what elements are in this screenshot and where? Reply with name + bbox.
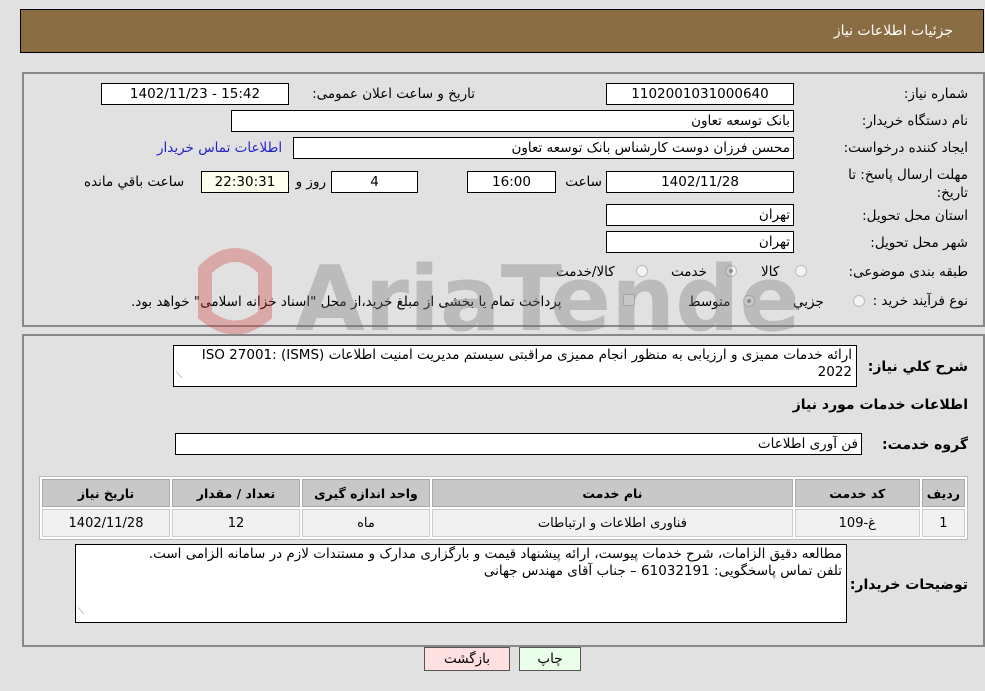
cell-unit: ماه: [302, 509, 430, 537]
days-field: 4: [331, 171, 418, 193]
treasury-note: پرداخت تمام یا بخشی از مبلغ خرید،از محل …: [131, 294, 562, 310]
page-title: جزئیات اطلاعات نیاز: [833, 23, 953, 39]
cell-service-code: غ-109: [794, 509, 920, 537]
back-button[interactable]: بازگشت: [424, 647, 510, 671]
cell-quantity: 12: [172, 509, 300, 537]
process-radio-medium[interactable]: [743, 295, 755, 307]
remaining-label: ساعت باقي مانده: [84, 174, 185, 190]
service-group-field: فن آوری اطلاعات: [175, 433, 862, 455]
announce-datetime-field: 1402/11/23 - 15:42: [101, 83, 289, 105]
treasury-checkbox[interactable]: [623, 294, 635, 306]
city-label: شهر محل تحویل:: [870, 235, 968, 251]
process-label: نوع فرآیند خرید :: [872, 293, 968, 309]
page-header: جزئیات اطلاعات نیاز: [20, 9, 984, 53]
buyer-contact-link[interactable]: اطلاعات تماس خریدار: [157, 140, 282, 156]
service-group-label: گروه خدمت:: [882, 437, 968, 453]
summary-textarea[interactable]: ارائه خدمات ممیزی و ارزیابی به منظور انج…: [173, 345, 857, 387]
col-unit: واحد اندازه گیری: [302, 479, 430, 507]
deadline-label-text: مهلت ارسال پاسخ: تا تاریخ:: [848, 167, 968, 201]
category-radio-service[interactable]: [725, 265, 737, 277]
creator-field: محسن فرزان دوست کارشناس بانک توسعه تعاون: [293, 137, 794, 159]
col-quantity: تعداد / مقدار: [172, 479, 300, 507]
province-field: تهران: [606, 204, 794, 226]
creator-label: ایجاد کننده درخواست:: [843, 140, 968, 156]
resize-grip-icon[interactable]: ⟋: [176, 368, 182, 385]
category-label: طبقه بندی موضوعی:: [848, 264, 968, 280]
buyer-org-label: نام دستگاه خریدار:: [861, 113, 968, 129]
process-option-medium: متوسط: [688, 294, 731, 310]
need-number-label: شماره نیاز:: [903, 86, 968, 102]
cell-service-name: فناوری اطلاعات و ارتباطات: [432, 509, 793, 537]
buyer-notes-label: توضیحات خریدار:: [849, 577, 968, 593]
process-option-minor: جزيي: [793, 294, 824, 310]
remaining-time-field: 22:30:31: [201, 171, 289, 193]
province-label: استان محل تحویل:: [862, 208, 968, 224]
col-service-code: کد خدمت: [794, 479, 920, 507]
cell-need-date: 1402/11/28: [42, 509, 170, 537]
deadline-label: مهلت ارسال پاسخ: تا تاریخ:: [828, 166, 968, 202]
deadline-time-label: ساعت: [565, 174, 602, 190]
summary-label: شرح کلي نياز:: [867, 359, 968, 375]
category-option-service: خدمت: [671, 264, 707, 280]
buyer-notes-textarea[interactable]: مطالعه دقیق الزامات، شرح خدمات پیوست، ار…: [75, 544, 847, 623]
cell-row-number: 1: [921, 509, 965, 537]
services-section-title: اطلاعات خدمات مورد نیاز: [792, 397, 968, 413]
col-service-name: نام خدمت: [432, 479, 793, 507]
col-need-date: تاریخ نیاز: [42, 479, 170, 507]
buyer-org-field: بانک توسعه تعاون: [231, 110, 794, 132]
announce-label: تاریخ و ساعت اعلان عمومی:: [312, 86, 475, 102]
process-radio-minor[interactable]: [853, 295, 865, 307]
buyer-notes-line2: تلفن تماس پاسخگویی: 61032191 – جناب آقای…: [483, 563, 842, 579]
category-option-goods: کالا: [761, 264, 780, 280]
city-field: تهران: [606, 231, 794, 253]
category-radio-goods[interactable]: [795, 265, 807, 277]
table-row: 1 غ-109 فناوری اطلاعات و ارتباطات ماه 12…: [42, 509, 965, 537]
category-radio-goods-service[interactable]: [636, 265, 648, 277]
col-row-number: ردیف: [921, 479, 965, 507]
services-table: ردیف کد خدمت نام خدمت واحد اندازه گیری ت…: [39, 476, 968, 540]
summary-text: ارائه خدمات ممیزی و ارزیابی به منظور انج…: [201, 347, 852, 380]
table-header-row: ردیف کد خدمت نام خدمت واحد اندازه گیری ت…: [42, 479, 965, 507]
deadline-time-field: 16:00: [467, 171, 556, 193]
need-number-field: 1102001031000640: [606, 83, 794, 105]
days-label: روز و: [295, 174, 326, 190]
resize-grip-icon[interactable]: ⟋: [78, 604, 84, 621]
category-option-goods-service: کالا/خدمت: [556, 264, 615, 280]
buyer-notes-line1: مطالعه دقیق الزامات، شرح خدمات پیوست، ار…: [148, 546, 842, 562]
print-button[interactable]: چاپ: [519, 647, 581, 671]
deadline-date-field: 1402/11/28: [606, 171, 794, 193]
